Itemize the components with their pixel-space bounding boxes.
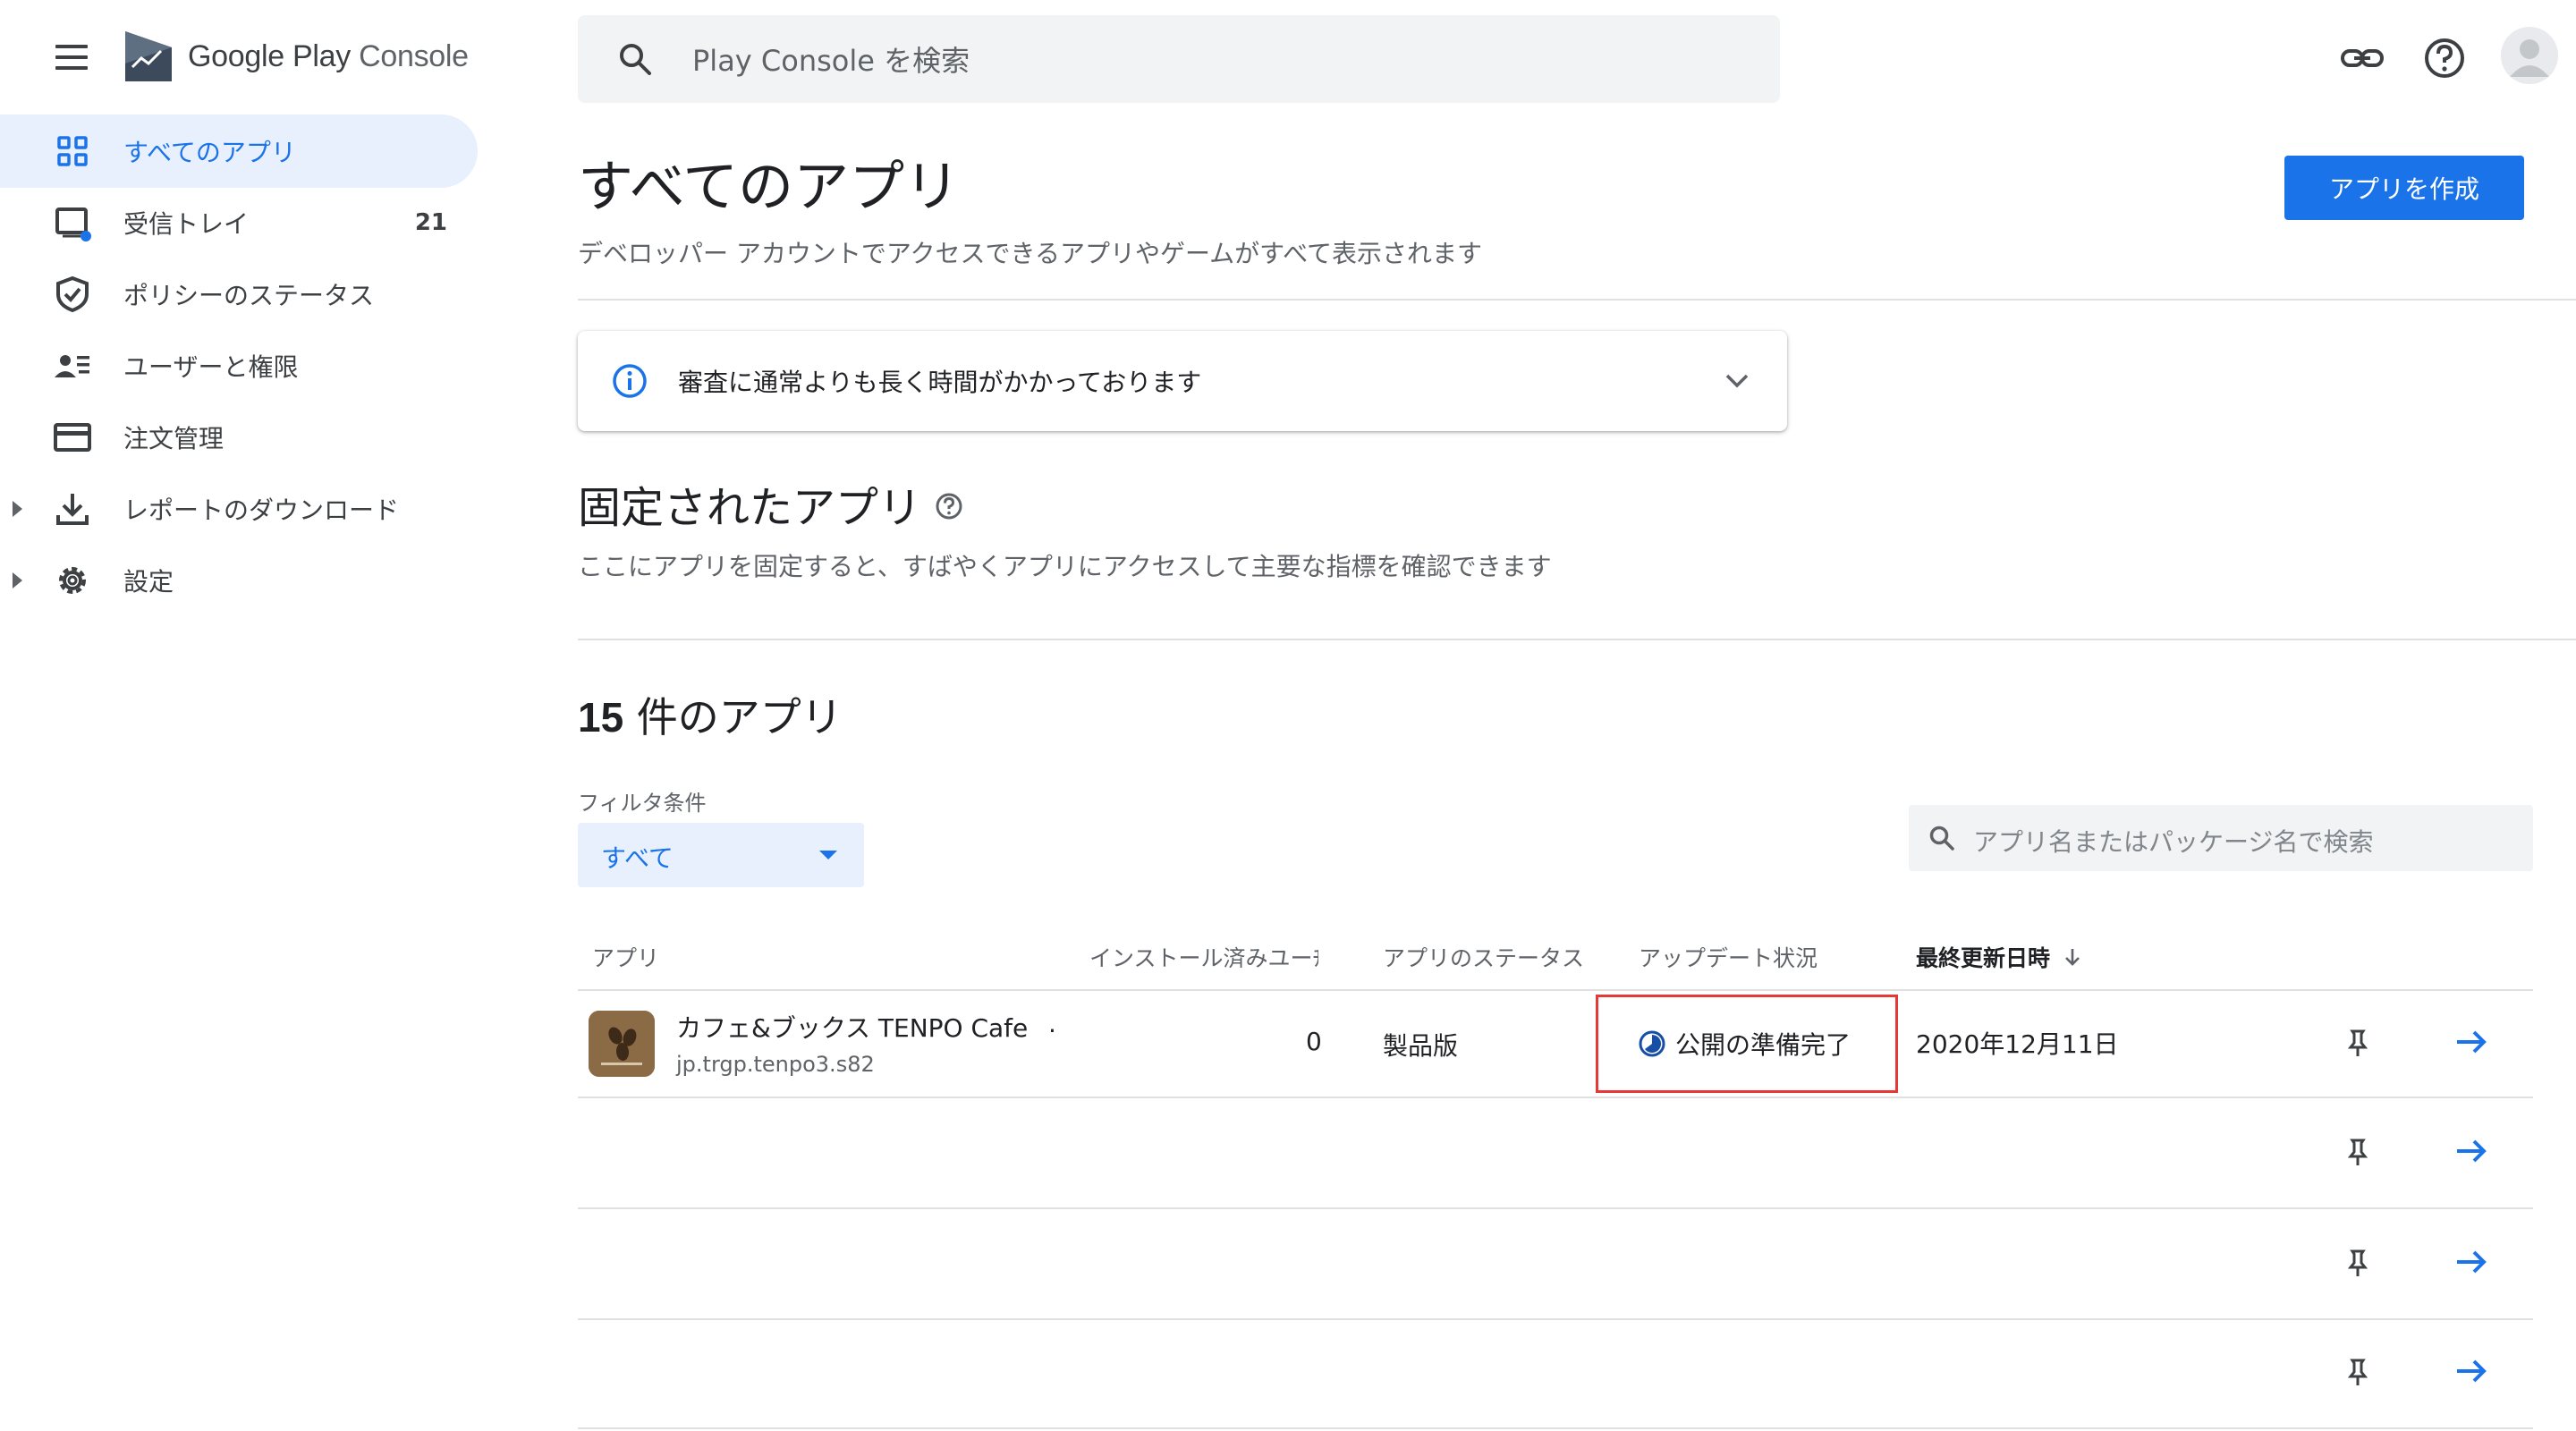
app-package-name: jp.trgp.tenpo3.s82 bbox=[676, 1052, 875, 1077]
page-title: すべてのアプリ bbox=[578, 154, 961, 219]
console-search-input[interactable]: Play Console を検索 bbox=[578, 15, 1780, 103]
sidebar-item-download-reports[interactable]: レポートのダウンロード bbox=[0, 472, 478, 546]
sidebar-item-all-apps[interactable]: すべてのアプリ bbox=[0, 114, 478, 188]
app-search-input[interactable]: アプリ名またはパッケージ名で検索 bbox=[1909, 805, 2533, 871]
avatar-person-icon bbox=[2510, 39, 2549, 77]
sidebar-item-label: 受信トレイ bbox=[123, 209, 250, 239]
dropdown-arrow-icon bbox=[819, 851, 837, 859]
section-divider bbox=[578, 639, 2576, 640]
page-subtitle: デベロッパー アカウントでアクセスできるアプリやゲームがすべて表示されます bbox=[578, 239, 1483, 268]
sidebar-item-label: すべてのアプリ bbox=[123, 138, 296, 167]
app-name[interactable]: カフェ&ブックス TENPO Cafe bbox=[676, 1009, 1028, 1045]
chevron-down-icon[interactable] bbox=[1719, 363, 1755, 399]
table-row-divider bbox=[578, 1318, 2533, 1320]
app-count-heading: 15 件のアプリ bbox=[578, 685, 843, 744]
arrow-right-icon[interactable] bbox=[2451, 1241, 2492, 1283]
pin-icon[interactable] bbox=[2338, 1243, 2377, 1283]
sidebar-item-label: 注文管理 bbox=[123, 424, 225, 453]
filter-label: フィルタ条件 bbox=[578, 791, 707, 816]
sidebar-item-policy-status[interactable]: ポリシーのステータス bbox=[0, 258, 478, 331]
info-icon bbox=[613, 364, 647, 398]
coffee-beans-icon bbox=[589, 1011, 655, 1077]
notice-text: 審査に通常よりも長く時間がかかっております bbox=[678, 368, 1202, 397]
inbox-icon bbox=[55, 207, 91, 241]
column-header-app-status[interactable]: アプリのステータス bbox=[1383, 941, 1584, 973]
sort-arrow-down-icon bbox=[2065, 949, 2080, 966]
grid-icon bbox=[57, 136, 88, 166]
sidebar-item-order-management[interactable]: 注文管理 bbox=[0, 401, 478, 474]
app-status-value: 製品版 bbox=[1383, 1031, 1459, 1061]
link-icon[interactable] bbox=[2338, 34, 2386, 82]
pinned-apps-description: ここにアプリを固定すると、すばやくアプリにアクセスして主要な指標を確認できます bbox=[578, 552, 1552, 581]
table-row-divider bbox=[578, 1207, 2533, 1209]
last-updated-value: 2020年12月11日 bbox=[1916, 1029, 2119, 1059]
filter-selected-value: すべて bbox=[601, 843, 674, 873]
app-count-suffix: 件のアプリ bbox=[623, 693, 843, 741]
column-header-last-updated-label: 最終更新日時 bbox=[1916, 945, 2051, 971]
table-header-divider bbox=[578, 989, 2533, 991]
play-console-logo-icon bbox=[125, 31, 172, 81]
google-play-console-logo[interactable]: Google Play Console bbox=[122, 27, 469, 86]
credit-card-icon bbox=[54, 423, 91, 452]
arrow-right-icon[interactable] bbox=[2451, 1021, 2492, 1063]
filter-dropdown[interactable]: すべて bbox=[578, 823, 864, 887]
download-icon bbox=[56, 494, 89, 525]
app-icon bbox=[589, 1011, 655, 1077]
account-avatar[interactable] bbox=[2501, 27, 2558, 84]
status-progress-icon bbox=[1639, 1030, 1665, 1057]
sidebar-item-inbox[interactable]: 受信トレイ 21 bbox=[0, 186, 478, 259]
update-status-cell[interactable]: 公開の準備完了 bbox=[1596, 995, 1898, 1093]
sidebar-item-label: レポートのダウンロード bbox=[123, 495, 400, 525]
pin-icon[interactable] bbox=[2338, 1132, 2377, 1172]
expand-caret-icon[interactable] bbox=[13, 572, 22, 588]
table-row-divider bbox=[578, 1097, 2533, 1098]
pin-icon[interactable] bbox=[2338, 1023, 2377, 1063]
search-placeholder: Play Console を検索 bbox=[692, 44, 970, 78]
review-delay-notice[interactable]: 審査に通常よりも長く時間がかかっております bbox=[578, 331, 1787, 431]
installs-value: 0 bbox=[1306, 1027, 1322, 1056]
logo-title: Google Play bbox=[188, 38, 351, 73]
search-icon bbox=[1929, 826, 1954, 851]
create-app-button[interactable]: アプリを作成 bbox=[2284, 156, 2524, 220]
logo-subtitle: Console bbox=[359, 38, 469, 73]
table-row-divider bbox=[578, 1427, 2533, 1429]
sidebar-item-settings[interactable]: 設定 bbox=[0, 544, 478, 617]
gear-icon bbox=[59, 567, 86, 594]
expand-caret-icon[interactable] bbox=[13, 501, 22, 517]
arrow-right-icon[interactable] bbox=[2451, 1351, 2492, 1392]
update-status-value: 公開の準備完了 bbox=[1675, 1030, 1852, 1060]
column-header-app: アプリ bbox=[592, 945, 660, 971]
column-header-update-status[interactable]: アップデート状況 bbox=[1639, 941, 1818, 973]
main-menu-button[interactable] bbox=[52, 41, 91, 73]
help-icon[interactable] bbox=[2420, 34, 2469, 82]
sidebar-item-label: ユーザーと権限 bbox=[123, 352, 299, 382]
sidebar-item-label: 設定 bbox=[123, 567, 174, 597]
shield-icon bbox=[56, 275, 89, 313]
section-divider bbox=[578, 299, 2576, 301]
sidebar-item-label: ポリシーのステータス bbox=[123, 281, 375, 310]
pinned-apps-title: 固定されたアプリ bbox=[578, 483, 922, 533]
sidebar-item-users-permissions[interactable]: ユーザーと権限 bbox=[0, 329, 478, 402]
app-count-number: 15 bbox=[578, 694, 624, 741]
column-header-installs[interactable]: インストール済みユーﾁ bbox=[1089, 941, 1318, 973]
app-search-placeholder: アプリ名またはパッケージ名で検索 bbox=[1973, 827, 2374, 857]
inbox-count-badge: 21 bbox=[414, 209, 447, 236]
search-icon bbox=[620, 44, 651, 75]
arrow-right-icon[interactable] bbox=[2451, 1130, 2492, 1172]
pinned-apps-heading: 固定されたアプリ bbox=[578, 472, 964, 535]
pin-icon[interactable] bbox=[2338, 1352, 2377, 1392]
users-icon bbox=[55, 355, 89, 377]
column-header-last-updated[interactable]: 最終更新日時 bbox=[1916, 941, 2084, 973]
help-circle-icon[interactable] bbox=[934, 491, 964, 521]
app-name-overflow: . bbox=[1048, 1009, 1056, 1038]
